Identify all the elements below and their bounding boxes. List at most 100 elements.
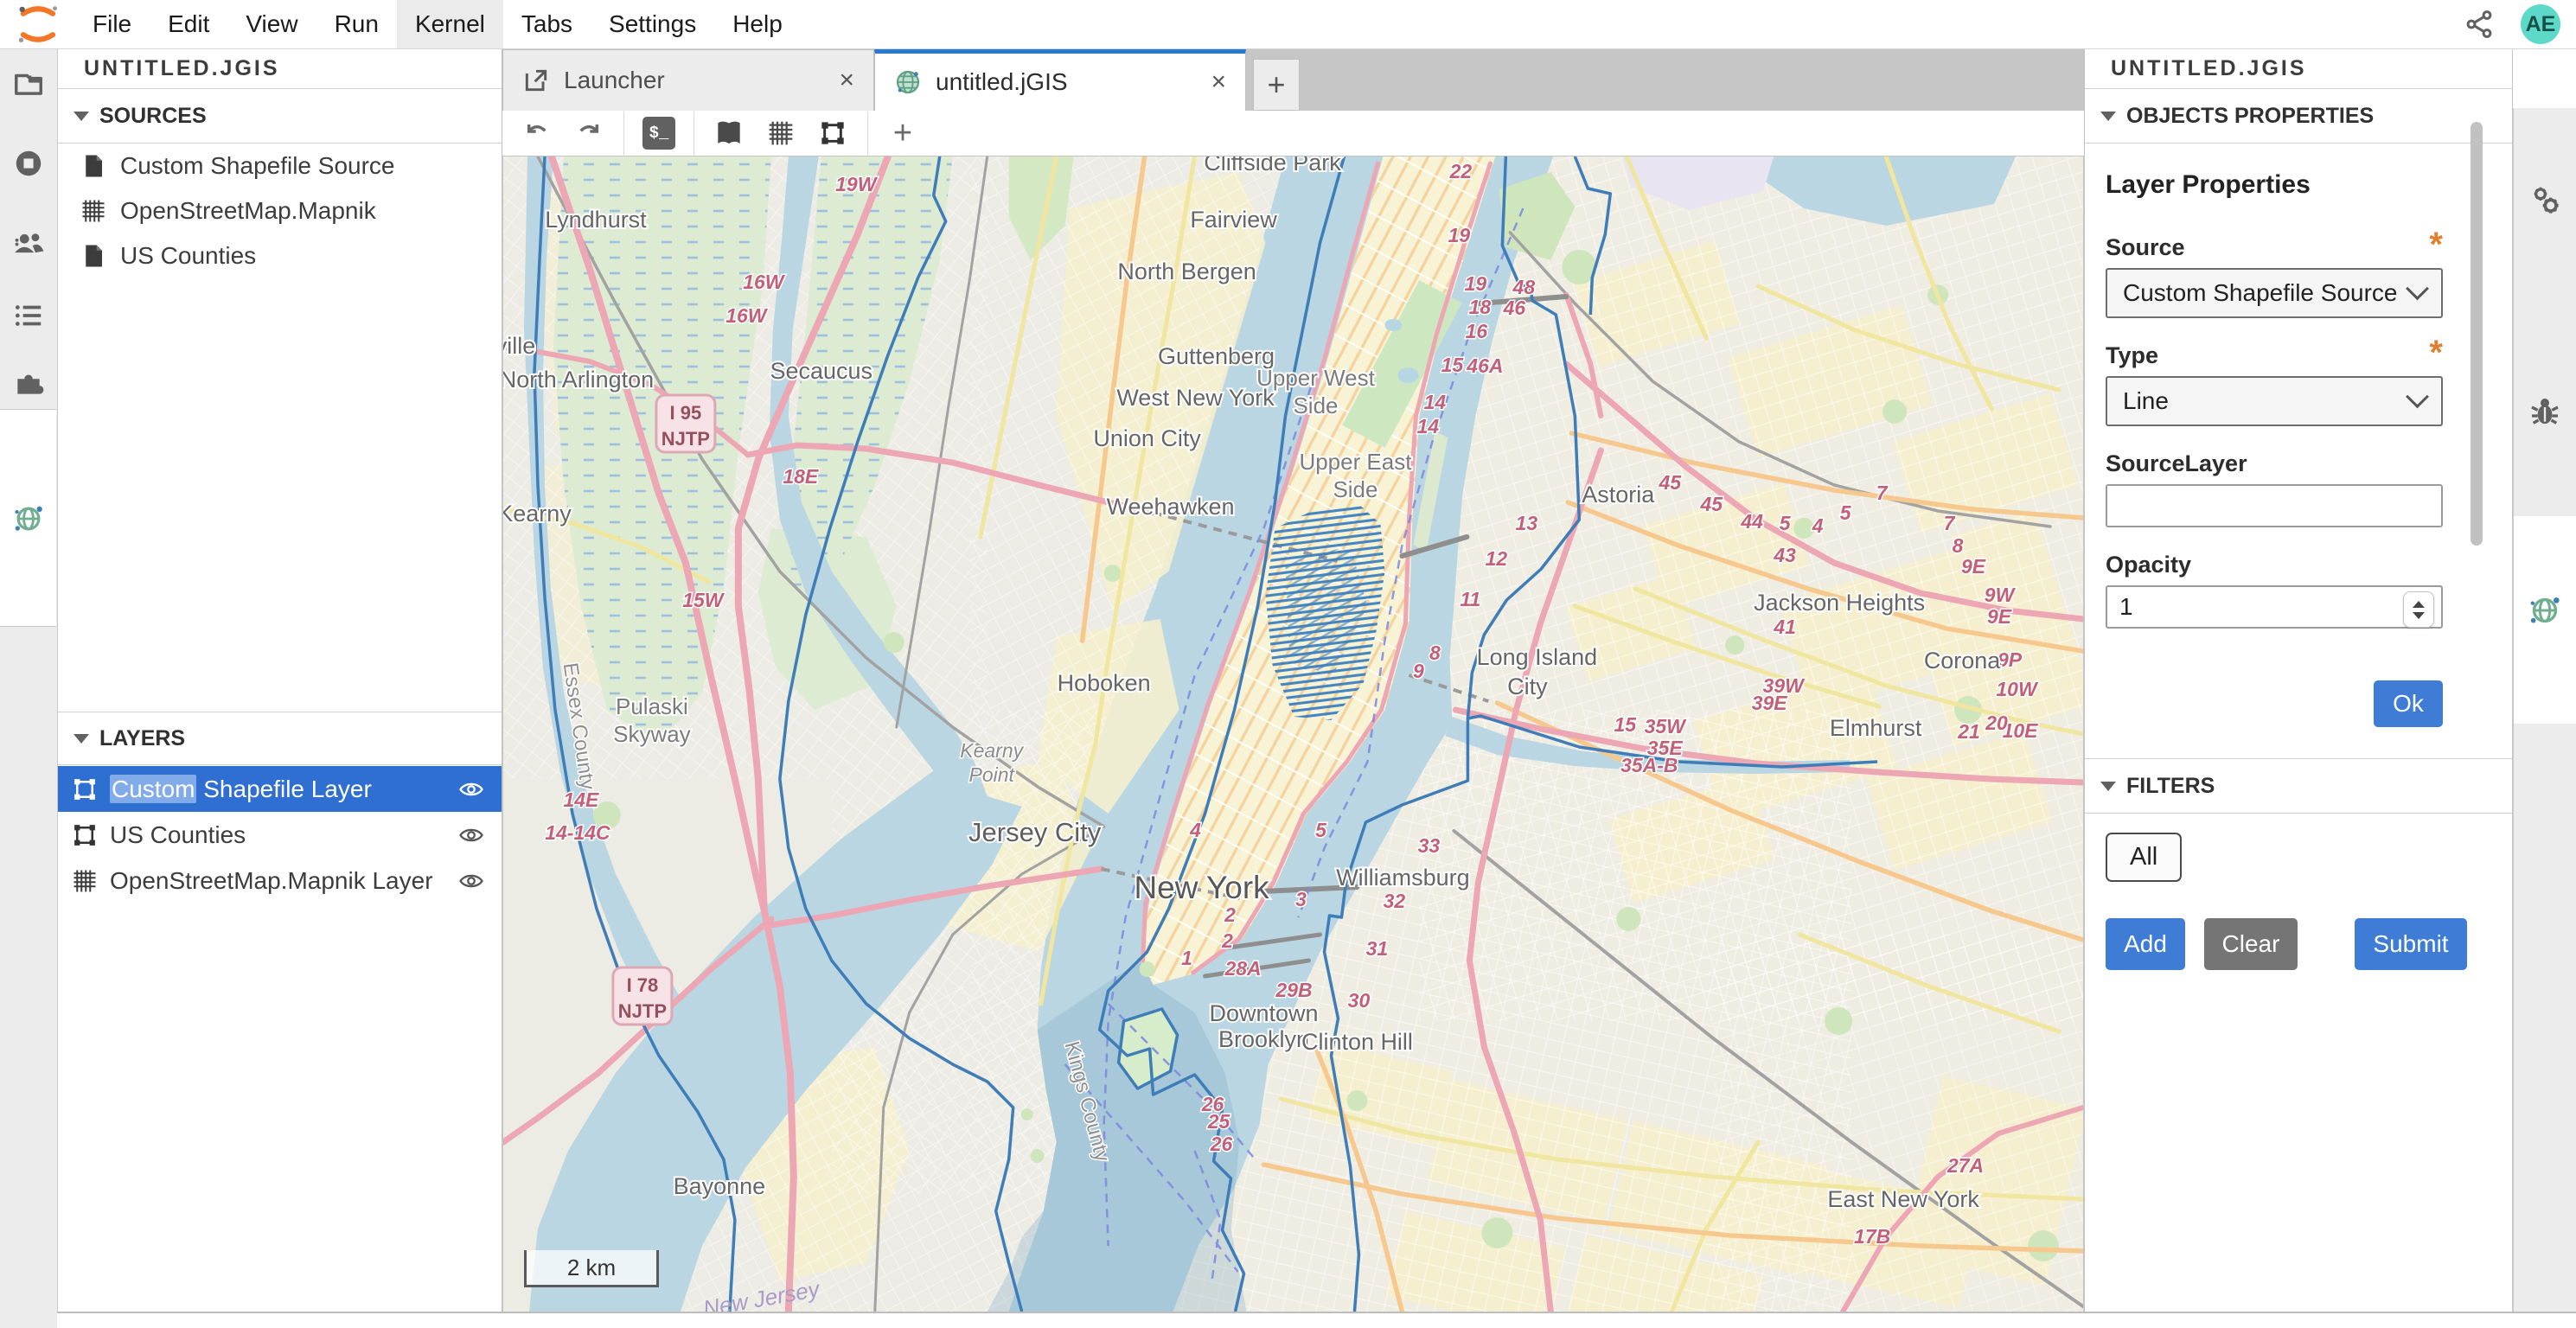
layer-row-us-counties[interactable]: US Counties [58, 812, 502, 858]
tab-launcher[interactable]: Launcher × [502, 49, 874, 111]
submit-filter-button[interactable]: Submit [2355, 918, 2467, 970]
file-browser-icon[interactable] [0, 67, 57, 100]
map-exit-label: 20 [1985, 712, 2008, 734]
toolbar-separator [867, 112, 868, 155]
visibility-eye-icon[interactable] [458, 822, 484, 848]
filters-header-label: FILTERS [2126, 774, 2215, 799]
filter-all-button[interactable]: All [2106, 833, 2182, 882]
map-exit-label: 9P [1998, 648, 2023, 671]
source-item-label: US Counties [120, 242, 256, 270]
right-side-panel: UNTITLED.JGIS OBJECTS PROPERTIES Layer P… [2084, 48, 2512, 1312]
new-vector-layer-button[interactable] [810, 114, 855, 152]
map-exit-label: 35A-B [1620, 754, 1678, 776]
map-exit-label: 11 [1460, 588, 1480, 610]
extension-manager-icon[interactable] [0, 367, 57, 399]
table-of-contents-icon[interactable] [0, 299, 57, 332]
opacity-input[interactable] [2106, 585, 2443, 629]
source-item-us-counties[interactable]: US Counties [58, 233, 502, 278]
menu-run[interactable]: Run [316, 0, 397, 48]
map-place-label: North Arlington [503, 367, 654, 393]
layer-label: US Counties [110, 821, 246, 849]
tab-untitled-jgis[interactable]: untitled.jGIS × [874, 49, 1246, 111]
sourcelayer-input[interactable] [2106, 484, 2443, 527]
map-place-label: Jersey City [968, 817, 1102, 847]
left-activity-bar [0, 48, 58, 1328]
close-icon[interactable]: × [839, 66, 854, 95]
menu-file[interactable]: File [74, 0, 150, 48]
add-filter-button[interactable]: Add [2106, 918, 2185, 970]
road-shield-label: I 78 [627, 974, 659, 996]
type-select[interactable]: Line [2106, 376, 2443, 426]
menu-settings[interactable]: Settings [591, 0, 714, 48]
basemap-button[interactable] [706, 114, 751, 152]
stepper-up-icon[interactable] [2413, 601, 2425, 608]
opacity-field-label: Opacity [2106, 552, 2443, 578]
clear-filter-button[interactable]: Clear [2204, 918, 2298, 970]
map-exit-label: 16W [743, 271, 786, 293]
add-button[interactable]: + [880, 114, 925, 152]
new-tab-button[interactable]: + [1253, 59, 1300, 111]
map-exit-label: 4 [1189, 819, 1201, 841]
map-exit-label: 14 [1417, 415, 1440, 437]
file-icon [80, 243, 106, 269]
layer-row-custom-shapefile[interactable]: Custom Shapefile Layer [58, 766, 502, 812]
undo-icon [523, 119, 551, 147]
console-button[interactable]: $_ [636, 114, 681, 152]
menu-tabs[interactable]: Tabs [503, 0, 591, 48]
jupytergis-panel-icon[interactable] [2513, 593, 2576, 628]
undo-button[interactable] [515, 114, 559, 152]
visibility-eye-icon[interactable] [458, 868, 484, 894]
map-place-label: North Bergen [1117, 259, 1256, 284]
opacity-stepper[interactable] [2403, 591, 2434, 628]
map-view[interactable]: I 95NJTPI 78NJTP 19W16W16W18E15W14E14-14… [503, 156, 2083, 1312]
map-exit-label: 12 [1486, 547, 1508, 570]
source-field-label: Source * [2106, 234, 2443, 261]
launcher-icon [522, 67, 550, 94]
close-icon[interactable]: × [1211, 67, 1226, 97]
map-exit-label: 19 [1448, 224, 1471, 246]
ok-button[interactable]: Ok [2374, 680, 2443, 727]
redo-button[interactable] [566, 114, 611, 152]
map-place-label: Kearny [960, 739, 1024, 762]
map-exit-label: 45 [1699, 493, 1723, 515]
property-inspector-icon[interactable] [2513, 182, 2576, 217]
left-side-panel: UNTITLED.JGIS SOURCES Custom Shapefile S… [58, 48, 502, 1312]
layers-section-header[interactable]: LAYERS [58, 712, 502, 765]
caret-down-icon [74, 112, 89, 121]
visibility-eye-icon[interactable] [458, 776, 484, 802]
menu-kernel[interactable]: Kernel [397, 0, 503, 48]
layer-label-rest: Shapefile Layer [196, 776, 371, 802]
menu-edit[interactable]: Edit [150, 0, 227, 48]
grid-icon [767, 119, 795, 147]
scrollbar-thumb[interactable] [2471, 122, 2483, 546]
menu-view[interactable]: View [227, 0, 316, 48]
layer-label-rest: OpenStreetMap.Mapnik Layer [110, 867, 433, 894]
map-exit-label: 32 [1384, 890, 1406, 912]
source-item-custom-shapefile[interactable]: Custom Shapefile Source [58, 144, 502, 188]
map-place-label: Corona [1924, 648, 2000, 674]
new-raster-layer-button[interactable] [758, 114, 803, 152]
layer-row-openstreetmap[interactable]: OpenStreetMap.Mapnik Layer [58, 858, 502, 903]
map-exit-label: 13 [1516, 512, 1538, 534]
map-place-label: Point [969, 763, 1016, 786]
user-avatar[interactable]: AE [2521, 4, 2560, 44]
source-select[interactable]: Custom Shapefile Source [2106, 268, 2443, 318]
share-icon[interactable] [2464, 9, 2495, 40]
running-kernels-icon[interactable] [0, 147, 57, 180]
debugger-bug-icon[interactable] [2513, 394, 2576, 429]
filters-header[interactable]: FILTERS [2085, 758, 2512, 814]
map-place-label: Astoria [1582, 482, 1654, 508]
layer-label: OpenStreetMap.Mapnik Layer [110, 867, 433, 895]
objects-properties-header[interactable]: OBJECTS PROPERTIES [2085, 89, 2512, 144]
menu-help[interactable]: Help [714, 0, 801, 48]
map-place-label: Upper East [1299, 449, 1412, 475]
map-canvas[interactable]: I 95NJTPI 78NJTP 19W16W16W18E15W14E14-14… [503, 156, 2083, 1312]
stepper-down-icon[interactable] [2413, 612, 2425, 619]
sources-section-header[interactable]: SOURCES [58, 89, 502, 144]
map-place-label: Hoboken [1058, 670, 1151, 696]
collaboration-icon[interactable] [0, 227, 57, 259]
layer-properties-heading: Layer Properties [2106, 170, 2443, 200]
jupytergis-panel-icon[interactable] [0, 502, 57, 535]
source-item-openstreetmap[interactable]: OpenStreetMap.Mapnik [58, 188, 502, 233]
road-shield-label: NJTP [618, 1000, 667, 1022]
